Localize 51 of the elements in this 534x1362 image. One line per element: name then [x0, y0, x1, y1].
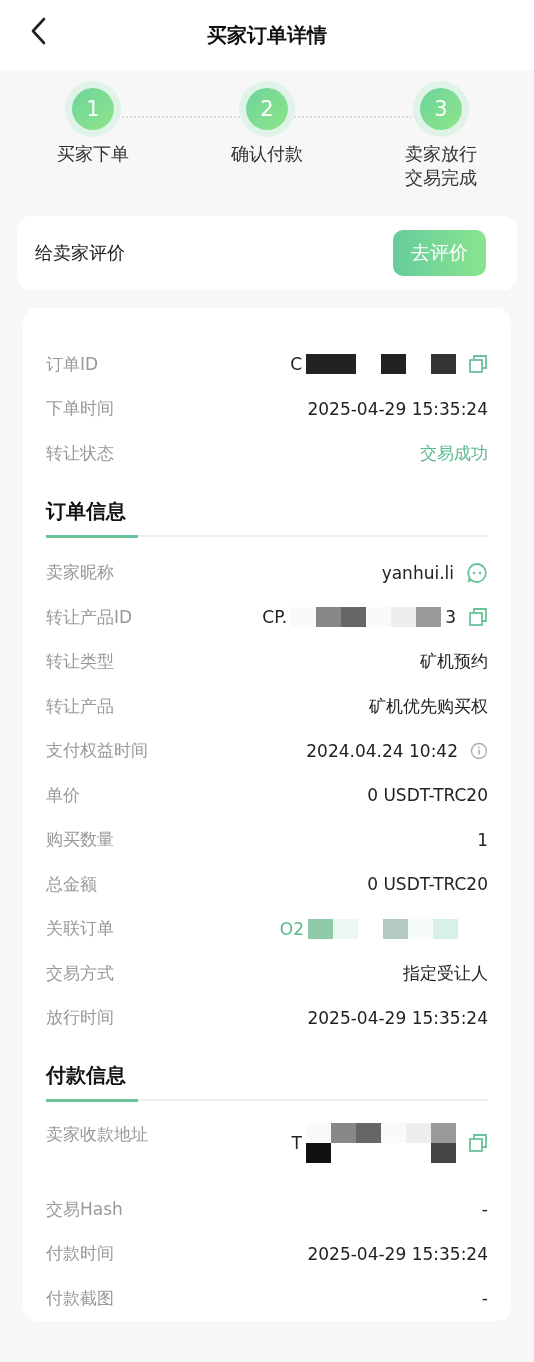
field-label: 转让产品ID — [46, 605, 133, 629]
field-label: 单价 — [46, 783, 80, 807]
review-button[interactable]: 去评价 — [393, 230, 486, 276]
field-value: 1 — [477, 829, 488, 850]
field-value: 2024.04.24 10:42 — [306, 740, 458, 761]
step-label: 卖家放行交易完成 — [404, 142, 478, 191]
field-value: T — [291, 1133, 302, 1153]
field-value: 2025-04-29 15:35:24 — [307, 1243, 488, 1264]
field-value: 0 USDT-TRC20 — [367, 785, 488, 806]
step-label: 买家下单 — [56, 142, 130, 166]
field-label: 购买数量 — [46, 828, 114, 852]
field-label: 放行时间 — [46, 1006, 114, 1030]
field-label: 支付权益时间 — [46, 739, 148, 763]
field-value: - — [481, 1199, 488, 1220]
page-title: 买家订单详情 — [207, 21, 327, 49]
field-label: 关联订单 — [46, 917, 114, 941]
field-value: 指定受让人 — [403, 961, 488, 985]
order-link[interactable]: O2 — [279, 918, 304, 939]
field-label: 下单时间 — [46, 397, 114, 421]
review-label: 给卖家评价 — [35, 241, 125, 265]
chat-icon[interactable] — [466, 561, 488, 584]
field-value: - — [481, 1288, 488, 1309]
field-label: 交易方式 — [46, 961, 114, 985]
field-label: 付款截图 — [46, 1286, 114, 1310]
copy-icon[interactable] — [468, 607, 488, 628]
step-label: 确认付款 — [230, 142, 304, 166]
copy-icon[interactable] — [468, 1133, 488, 1153]
field-label: 总金额 — [46, 872, 97, 896]
field-label: 订单ID — [46, 352, 99, 376]
field-label: 转让产品 — [46, 694, 114, 718]
info-icon[interactable] — [470, 741, 488, 760]
field-value: C — [290, 354, 302, 375]
field-label: 转让类型 — [46, 650, 114, 674]
field-label: 转让状态 — [46, 441, 114, 465]
field-value: yanhui.li — [381, 562, 454, 583]
field-value: CP. — [262, 607, 288, 628]
field-value: 矿机预约 — [420, 650, 488, 674]
section-title: 订单信息 — [46, 498, 126, 523]
field-value: 交易成功 — [420, 441, 488, 465]
field-value: 矿机优先购买权 — [369, 694, 488, 718]
field-label: 交易Hash — [46, 1197, 123, 1221]
field-label: 付款时间 — [46, 1242, 114, 1266]
field-label: 卖家昵称 — [46, 561, 114, 585]
field-value: 3 — [445, 607, 456, 628]
copy-icon[interactable] — [468, 354, 488, 375]
back-icon[interactable] — [30, 17, 46, 45]
field-label: 卖家收款地址 — [46, 1123, 148, 1146]
field-value: 2025-04-29 15:35:24 — [307, 1007, 488, 1028]
field-value: 2025-04-29 15:35:24 — [307, 398, 488, 419]
section-title: 付款信息 — [46, 1063, 126, 1087]
field-value: 0 USDT-TRC20 — [367, 874, 488, 895]
